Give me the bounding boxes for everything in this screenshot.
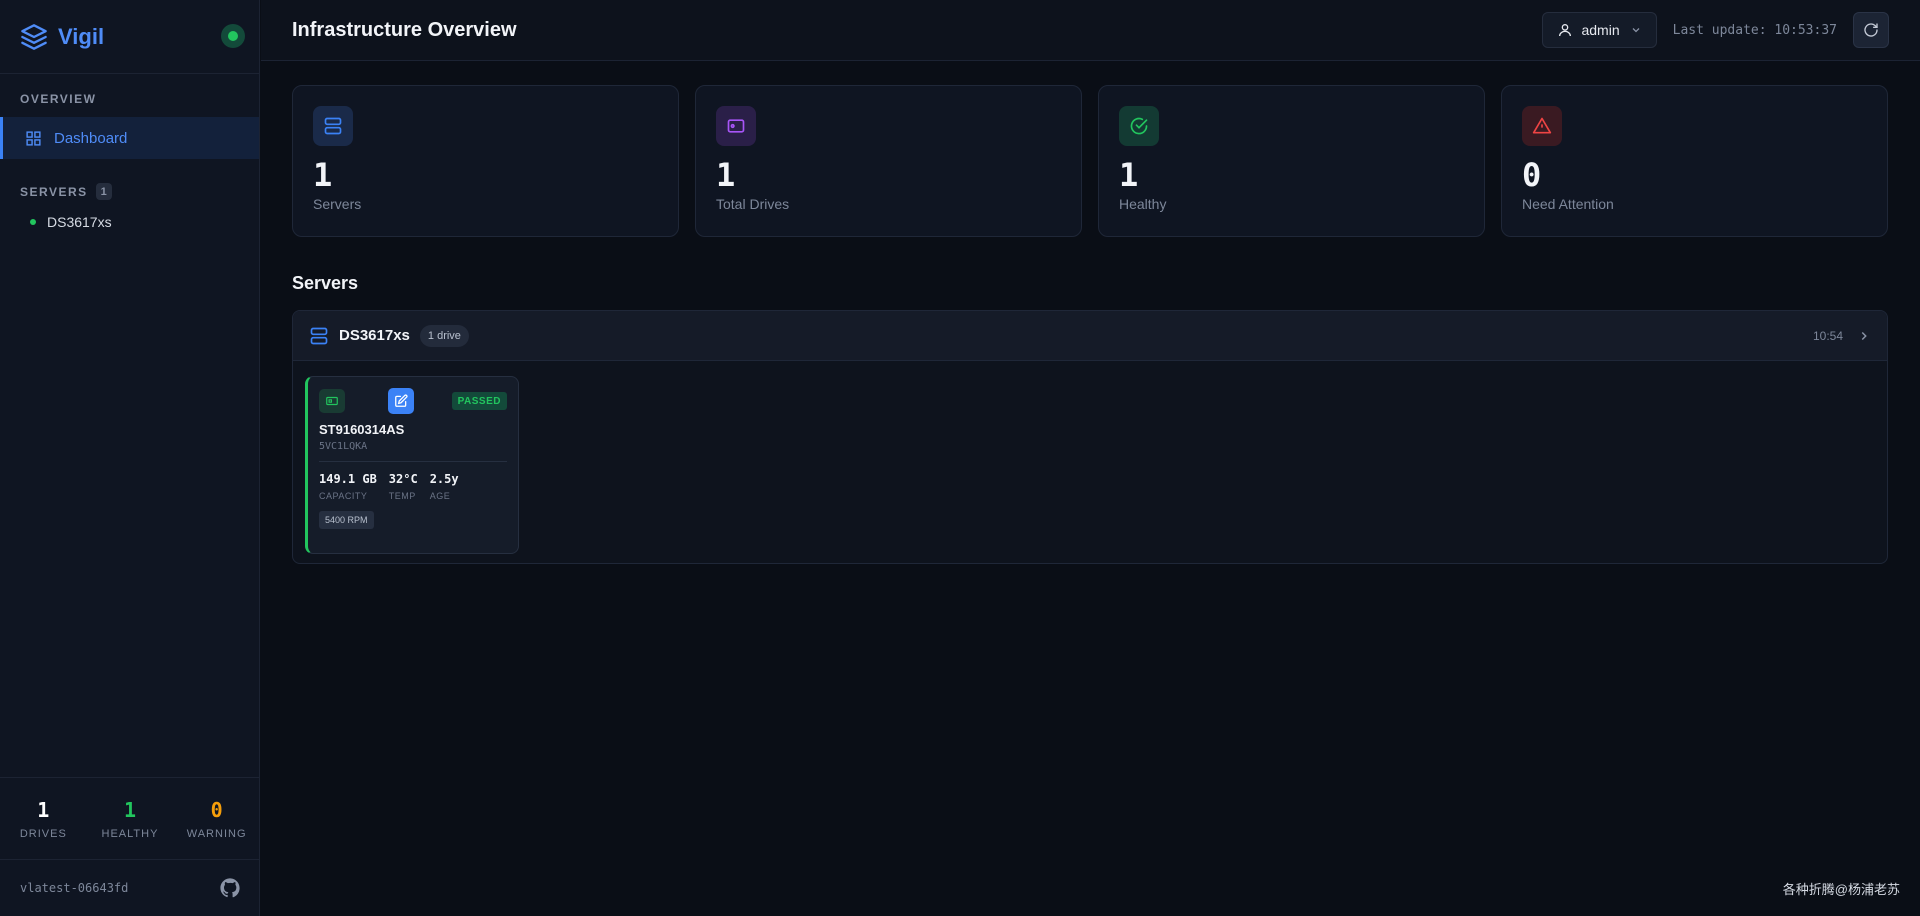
main-content: 1 Servers 1 Total Drives 1 Healthy 0 Nee…	[292, 85, 1888, 564]
metric-temp: 32°C TEMP	[389, 472, 418, 501]
metric-label: CAPACITY	[319, 491, 368, 501]
brand-name: Vigil	[58, 23, 105, 49]
sidebar-item-server[interactable]: DS3617xs	[0, 214, 259, 230]
chevron-right-icon[interactable]	[1857, 329, 1871, 343]
sidebar-item-label: Dashboard	[54, 129, 128, 147]
edit-icon	[395, 394, 408, 407]
drive-icon	[727, 119, 745, 133]
drive-card[interactable]: PASSED ST9160314AS 5VC1LQKA 149.1 GB CAP…	[305, 376, 519, 554]
last-update-label: Last update: 10:53:37	[1672, 22, 1837, 38]
metric-label: TEMP	[388, 491, 416, 501]
edit-drive-button[interactable]	[388, 388, 414, 414]
drive-type-icon-box	[319, 389, 345, 413]
metric-capacity: 149.1 GB CAPACITY	[319, 472, 377, 501]
metric-value: 32°C	[388, 472, 418, 486]
server-header[interactable]: DS3617xs 1 drive 10:54	[293, 311, 1887, 361]
stat-value: 1	[37, 797, 50, 822]
drive-card-header: PASSED	[319, 388, 507, 414]
card-icon-box	[313, 106, 353, 146]
servers-count-badge: 1	[95, 183, 112, 200]
card-label: Healthy	[1119, 196, 1167, 212]
card-icon-box	[716, 106, 756, 146]
user-name: admin	[1581, 22, 1620, 38]
server-panel: DS3617xs 1 drive 10:54	[292, 310, 1888, 564]
metric-value: 2.5y	[429, 472, 459, 486]
drive-model: ST9160314AS	[319, 422, 405, 437]
summary-cards: 1 Servers 1 Total Drives 1 Healthy 0 Nee…	[292, 85, 1888, 237]
user-menu-button[interactable]: admin	[1542, 12, 1657, 48]
stat-drives: 1 DRIVES	[5, 798, 81, 840]
version-row: vlatest-06643fd	[0, 860, 260, 916]
page-title: Infrastructure Overview	[292, 18, 517, 41]
stat-label: WARNING	[186, 827, 247, 840]
server-status-dot	[30, 219, 36, 225]
smart-status-badge: PASSED	[451, 392, 507, 410]
card-servers: 1 Servers	[292, 85, 679, 237]
card-label: Need Attention	[1522, 196, 1614, 212]
sidebar-server-name: DS3617xs	[47, 214, 112, 230]
divider	[319, 461, 507, 462]
watermark: 各种折腾@杨浦老苏	[1782, 882, 1900, 897]
metric-value: 149.1 GB	[319, 472, 377, 486]
server-icon	[324, 117, 342, 135]
stat-value: 1	[123, 797, 136, 822]
sidebar: Vigil OVERVIEW Dashboard SERVERS 1 DS361…	[0, 0, 260, 916]
stat-value: 0	[210, 797, 223, 822]
version-label: vlatest-06643fd	[20, 881, 129, 895]
server-icon	[310, 327, 328, 344]
card-value: 1	[313, 156, 333, 194]
rpm-badge: 5400 RPM	[319, 511, 374, 529]
status-dot	[228, 31, 238, 41]
stat-warning: 0 WARNING	[179, 798, 255, 840]
user-icon	[1559, 24, 1572, 37]
refresh-button[interactable]	[1853, 12, 1889, 48]
sidebar-item-dashboard[interactable]: Dashboard	[0, 117, 259, 159]
card-value: 0	[1522, 156, 1542, 194]
overview-section-label: OVERVIEW	[20, 92, 97, 106]
refresh-icon	[1864, 23, 1878, 37]
connection-status-indicator	[221, 24, 245, 48]
card-total-drives: 1 Total Drives	[695, 85, 1082, 237]
brand[interactable]: Vigil	[0, 0, 259, 74]
drive-count-badge: 1 drive	[419, 324, 469, 347]
drive-serial: 5VC1LQKA	[319, 441, 368, 452]
server-update-time: 10:54	[1812, 328, 1843, 343]
metric-label: AGE	[429, 491, 451, 501]
topbar: Infrastructure Overview admin Last updat…	[261, 0, 1920, 61]
stat-label: DRIVES	[19, 827, 67, 840]
check-circle-icon	[1130, 117, 1148, 135]
chevron-down-icon	[1632, 28, 1640, 33]
card-label: Total Drives	[716, 196, 790, 212]
servers-section-title: Servers	[292, 273, 359, 293]
github-icon[interactable]	[220, 878, 240, 898]
stat-label: HEALTHY	[101, 827, 159, 840]
servers-label-text: SERVERS	[20, 184, 88, 199]
layers-icon	[21, 23, 47, 50]
card-icon-box	[1522, 106, 1562, 146]
card-healthy: 1 Healthy	[1098, 85, 1485, 237]
drive-metrics: 149.1 GB CAPACITY 32°C TEMP 2.5y AGE	[319, 472, 507, 501]
sidebar-stats: 1 DRIVES 1 HEALTHY 0 WARNING	[0, 777, 260, 860]
metric-age: 2.5y AGE	[430, 472, 459, 501]
card-need-attention: 0 Need Attention	[1501, 85, 1888, 237]
warning-icon	[1532, 117, 1552, 134]
stat-healthy: 1 HEALTHY	[92, 798, 168, 840]
grid-icon	[26, 130, 41, 146]
servers-section-label: SERVERS 1	[0, 183, 259, 200]
hdd-icon	[326, 396, 338, 406]
card-value: 1	[716, 156, 736, 194]
card-icon-box	[1119, 106, 1159, 146]
server-name: DS3617xs	[339, 327, 410, 344]
card-label: Servers	[313, 196, 362, 212]
card-value: 1	[1119, 156, 1139, 194]
